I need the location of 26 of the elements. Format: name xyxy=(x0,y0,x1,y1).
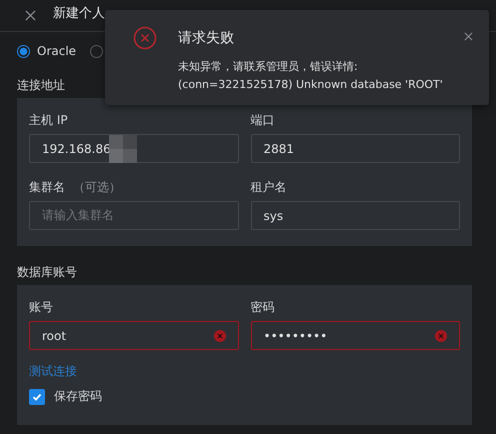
toast-message: 未知异常，请联系管理员，错误详情: xyxy=(178,59,359,75)
radio-option[interactable] xyxy=(90,44,104,58)
save-password-checkbox[interactable]: 保存密码 xyxy=(29,388,102,405)
input-field[interactable]: root xyxy=(29,321,238,350)
field-label: 主机 IP xyxy=(29,112,68,129)
field-label: 密码 xyxy=(250,299,274,316)
toast-message: (conn=3221525178) Unknown database 'ROOT' xyxy=(178,77,443,93)
field-label: 账号 xyxy=(29,299,53,316)
clear-icon[interactable] xyxy=(214,330,226,342)
field-label: 租户名 xyxy=(250,179,286,196)
clear-icon[interactable] xyxy=(435,330,447,342)
error-icon xyxy=(133,26,157,50)
field-label: 集群名 xyxy=(29,179,65,196)
input-field[interactable]: 2881 xyxy=(250,134,460,163)
input-field[interactable]: ••••••••• xyxy=(250,321,460,350)
close-icon[interactable] xyxy=(25,10,36,21)
input-field[interactable]: sys xyxy=(250,201,460,230)
radio-option[interactable]: Oracle xyxy=(17,44,76,58)
field-label: 端口 xyxy=(250,112,274,129)
dialog-title: 新建个人 xyxy=(53,4,105,22)
input-field[interactable]: 192.168.86 xyxy=(29,134,238,163)
optional-hint: （可选） xyxy=(73,179,121,196)
toast-title: 请求失败 xyxy=(178,29,235,47)
close-icon[interactable] xyxy=(464,32,473,41)
section-title: 连接地址 xyxy=(17,77,65,94)
section-title: 数据库账号 xyxy=(17,264,77,281)
